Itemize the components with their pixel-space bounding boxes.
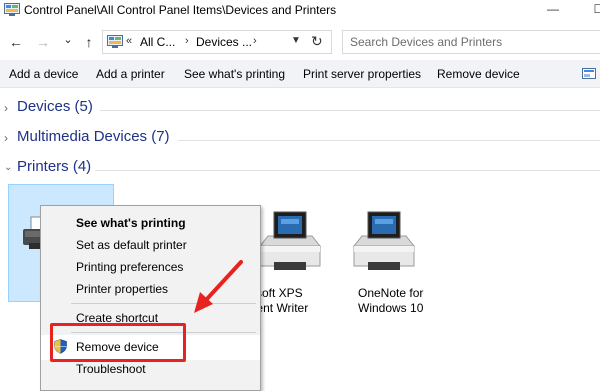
collapse-chevron-icon[interactable]: ⌄ bbox=[4, 162, 12, 173]
group-divider bbox=[95, 170, 600, 171]
print-server-properties-button[interactable]: Print server properties bbox=[303, 67, 421, 81]
context-menu: See what's printing Set as default print… bbox=[40, 205, 261, 391]
menu-item-set-default-printer[interactable]: Set as default printer bbox=[41, 234, 260, 256]
group-divider bbox=[100, 110, 600, 111]
menu-item-see-whats-printing[interactable]: See what's printing bbox=[41, 212, 260, 234]
add-device-button[interactable]: Add a device bbox=[9, 67, 78, 81]
window-title: Control Panel\All Control Panel Items\De… bbox=[24, 3, 337, 17]
remove-device-button[interactable]: Remove device bbox=[437, 67, 520, 81]
navigation-bar: ← → ⌄ ↑ « All C... › Devices ... › ▼ ↻ bbox=[0, 28, 600, 56]
expand-chevron-icon[interactable]: › bbox=[4, 101, 8, 115]
group-devices[interactable]: › Devices (5) bbox=[0, 97, 600, 121]
see-whats-printing-button[interactable]: See what's printing bbox=[184, 67, 285, 81]
recent-locations-button[interactable]: ⌄ bbox=[58, 30, 78, 50]
group-title[interactable]: Printers (4) bbox=[17, 158, 91, 175]
printer-icon bbox=[258, 211, 322, 270]
overflow-chevron[interactable]: « bbox=[126, 35, 132, 47]
menu-item-printer-properties[interactable]: Printer properties bbox=[41, 278, 260, 300]
control-panel-icon bbox=[107, 35, 123, 48]
minimize-button[interactable]: — bbox=[530, 0, 576, 20]
back-button[interactable]: ← bbox=[6, 32, 26, 52]
forward-button[interactable]: → bbox=[33, 32, 53, 52]
search-box[interactable] bbox=[342, 30, 600, 54]
command-bar: Add a device Add a printer See what's pr… bbox=[0, 60, 600, 88]
group-title[interactable]: Multimedia Devices (7) bbox=[17, 128, 170, 145]
add-printer-button[interactable]: Add a printer bbox=[96, 67, 165, 81]
group-multimedia-devices[interactable]: › Multimedia Devices (7) bbox=[0, 127, 600, 151]
breadcrumb-separator[interactable]: › bbox=[185, 35, 189, 47]
menu-item-printing-preferences[interactable]: Printing preferences bbox=[41, 256, 260, 278]
address-bar[interactable]: « All C... › Devices ... › ▼ ↻ bbox=[102, 30, 332, 54]
breadcrumb-all-control-panel-items[interactable]: All C... bbox=[140, 35, 175, 49]
printer-icon bbox=[352, 211, 416, 270]
search-input[interactable] bbox=[343, 31, 600, 53]
group-divider bbox=[178, 140, 600, 141]
address-dropdown-icon[interactable]: ▼ bbox=[291, 35, 301, 46]
printer-label[interactable]: OneNote for Windows 10 bbox=[358, 286, 454, 316]
group-title[interactable]: Devices (5) bbox=[17, 98, 93, 115]
breadcrumb-devices-and-printers[interactable]: Devices ... bbox=[196, 35, 252, 49]
maximize-button[interactable]: ☐ bbox=[576, 0, 600, 20]
annotation-highlight-box bbox=[50, 323, 186, 362]
title-bar: Control Panel\All Control Panel Items\De… bbox=[0, 0, 600, 24]
control-panel-icon bbox=[4, 3, 20, 16]
printer-tile-onenote[interactable]: OneNote for Windows 10 bbox=[342, 186, 438, 326]
menu-separator bbox=[71, 303, 256, 304]
up-button[interactable]: ↑ bbox=[79, 32, 99, 52]
change-view-icon[interactable] bbox=[582, 68, 596, 79]
breadcrumb-separator[interactable]: › bbox=[253, 35, 257, 47]
refresh-button[interactable]: ↻ bbox=[311, 33, 323, 50]
expand-chevron-icon[interactable]: › bbox=[4, 131, 8, 145]
group-printers[interactable]: ⌄ Printers (4) bbox=[0, 157, 600, 181]
